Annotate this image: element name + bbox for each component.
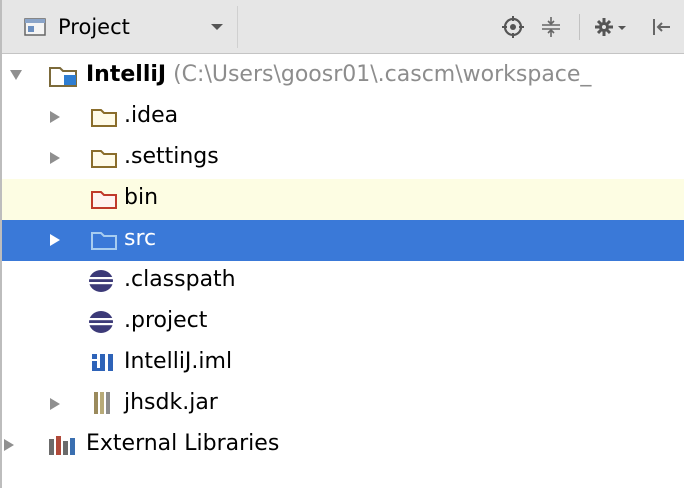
project-view-icon (24, 17, 46, 37)
tree-row-iml[interactable]: IntelliJ.iml (2, 343, 684, 384)
excluded-folder-icon (90, 187, 118, 215)
tree-row-bin[interactable]: bin (2, 179, 684, 220)
tree-row-jar[interactable]: jhsdk.jar (2, 384, 684, 425)
tree-item-label: .settings (124, 144, 219, 169)
tree-row-idea[interactable]: .idea (2, 97, 684, 138)
jar-archive-icon (92, 390, 114, 420)
tree-row-project[interactable]: .project (2, 302, 684, 343)
expand-arrow-icon[interactable] (50, 398, 60, 410)
hide-panel-icon[interactable] (646, 10, 676, 44)
module-path: (C:\Users\goosr01\.cascm\workspace_ (173, 62, 592, 87)
project-tool-window: Project IntelliJ (C:\Users\goosr01\.casc… (0, 0, 684, 488)
libraries-icon (48, 433, 78, 461)
tree-item-label: .idea (124, 103, 179, 128)
tree-item-label: External Libraries (86, 431, 280, 456)
expand-arrow-icon[interactable] (50, 111, 60, 123)
chevron-down-icon (211, 24, 223, 30)
tree-item-label: bin (124, 185, 159, 210)
expand-arrow-icon[interactable] (50, 234, 60, 246)
tree-row-root[interactable]: IntelliJ (C:\Users\goosr01\.cascm\worksp… (2, 56, 684, 97)
eclipse-file-icon (88, 310, 114, 338)
tree-item-label: .project (124, 308, 208, 333)
module-name: IntelliJ (86, 62, 167, 87)
eclipse-file-icon (88, 269, 114, 297)
tree-item-label: src (124, 226, 157, 251)
project-toolbar: Project (2, 0, 684, 54)
tree-row-external-libraries[interactable]: External Libraries (2, 425, 684, 466)
expand-arrow-icon[interactable] (10, 70, 22, 80)
collapse-all-icon[interactable] (536, 10, 566, 44)
toolbar-divider (579, 14, 580, 40)
tree-item-label: .classpath (124, 267, 236, 292)
tree-item-label: jhsdk.jar (124, 390, 218, 415)
tree-item-label: IntelliJ.iml (124, 349, 233, 374)
folder-icon (90, 146, 118, 174)
expand-arrow-icon[interactable] (50, 152, 60, 164)
tree-row-classpath[interactable]: .classpath (2, 261, 684, 302)
settings-gear-icon[interactable] (592, 10, 632, 44)
expand-arrow-icon[interactable] (4, 439, 14, 451)
view-selector-dropdown[interactable]: Project (14, 6, 238, 48)
tree-row-settings[interactable]: .settings (2, 138, 684, 179)
module-folder-icon (48, 64, 78, 92)
module-file-icon (90, 351, 116, 379)
tree-row-src[interactable]: src (2, 220, 684, 261)
scroll-from-source-icon[interactable] (498, 10, 528, 44)
folder-icon (90, 105, 118, 133)
view-selector-label: Project (58, 15, 130, 39)
source-folder-icon (90, 228, 118, 256)
